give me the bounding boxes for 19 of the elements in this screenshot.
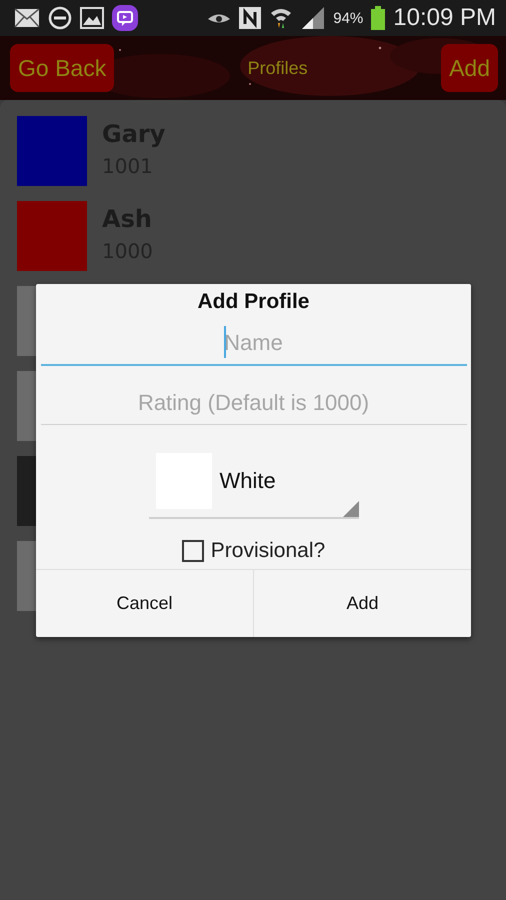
- battery-percent: 94%: [333, 10, 364, 26]
- mail-icon: [14, 8, 40, 28]
- do-not-disturb-icon: [48, 6, 72, 30]
- wifi-icon: [269, 6, 294, 30]
- battery-icon: [371, 6, 386, 30]
- dropdown-corner-icon: [342, 501, 358, 517]
- cancel-button[interactable]: Cancel: [36, 570, 253, 637]
- page-title: Profiles: [246, 58, 309, 78]
- add-button[interactable]: Add: [253, 570, 471, 637]
- dialog-title: Add Profile: [197, 290, 310, 314]
- provisional-checkbox[interactable]: Provisional?: [182, 539, 326, 563]
- video-app-icon: [112, 5, 138, 31]
- rating-field[interactable]: Rating (Default is 1000): [40, 382, 466, 425]
- image-icon: [80, 7, 104, 29]
- name-field[interactable]: Name: [40, 322, 466, 366]
- nfc-icon: [239, 7, 262, 29]
- signal-icon: [301, 7, 326, 29]
- clock-time: 10:09 PM: [393, 4, 496, 32]
- color-dropdown[interactable]: White: [148, 453, 358, 519]
